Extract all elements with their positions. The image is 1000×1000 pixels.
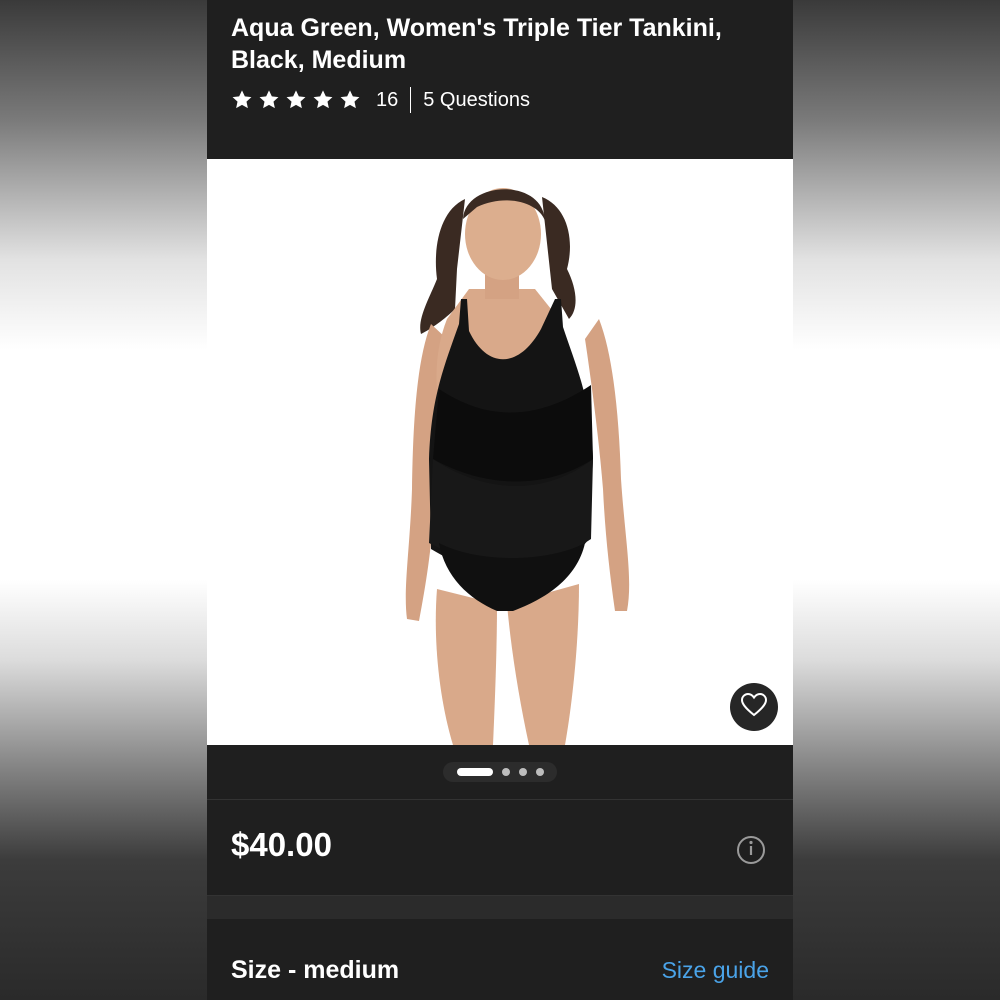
blurred-backdrop-left [0, 0, 207, 1000]
price-row: $40.00 [207, 800, 793, 895]
carousel-dot[interactable] [535, 768, 544, 776]
star-icon [231, 89, 253, 111]
size-guide-link[interactable]: Size guide [662, 957, 769, 984]
star-icon [258, 89, 280, 111]
review-count[interactable]: 16 [376, 89, 398, 112]
star-icon [339, 89, 361, 111]
carousel-dots[interactable] [443, 762, 557, 782]
product-image[interactable] [207, 159, 793, 745]
carousel-dot[interactable] [501, 768, 510, 776]
info-icon [744, 840, 758, 861]
carousel-dot-active[interactable] [456, 768, 493, 776]
section-gap [207, 896, 793, 919]
size-label: Size - medium [231, 956, 400, 984]
heart-icon [740, 692, 768, 722]
carousel-indicator-bar [207, 745, 793, 799]
price: $40.00 [231, 826, 332, 863]
price-info-button[interactable] [737, 836, 765, 864]
size-row: Size - medium Size guide [207, 919, 793, 1000]
star-icon [285, 89, 307, 111]
carousel-dot[interactable] [518, 768, 527, 776]
questions-link[interactable]: 5 Questions [423, 89, 530, 112]
rating-divider [410, 87, 412, 113]
product-title: Aqua Green, Women's Triple Tier Tankini,… [231, 14, 722, 74]
star-icon [312, 89, 334, 111]
blurred-backdrop-right [793, 0, 1000, 1000]
rating-row[interactable]: 16 5 Questions [231, 86, 530, 114]
wishlist-button[interactable] [730, 683, 778, 731]
model-photo [405, 188, 630, 745]
product-screen: Aqua Green, Women's Triple Tier Tankini,… [207, 0, 793, 1000]
product-header: Aqua Green, Women's Triple Tier Tankini,… [207, 0, 793, 159]
